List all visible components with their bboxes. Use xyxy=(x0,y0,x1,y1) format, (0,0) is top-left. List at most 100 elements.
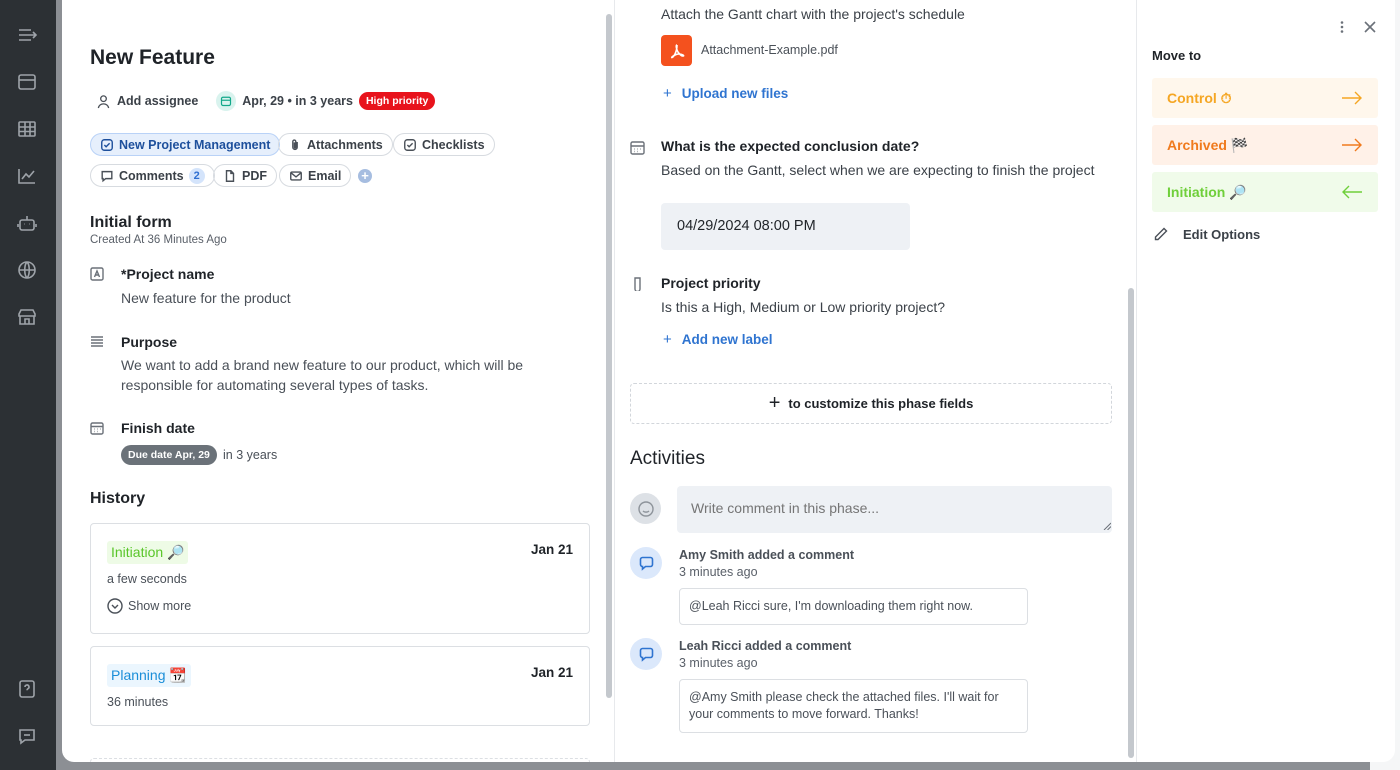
calendar-icon xyxy=(216,91,237,111)
chat-support-icon[interactable] xyxy=(16,725,38,747)
menu-expand-icon[interactable] xyxy=(16,24,38,46)
resize-handle-icon[interactable] xyxy=(1103,522,1111,530)
chip-checklists[interactable]: Checklists xyxy=(393,133,495,156)
portals-globe-icon[interactable] xyxy=(16,259,38,281)
comment-icon xyxy=(101,170,113,182)
app-sidebar xyxy=(0,0,56,770)
current-user-avatar xyxy=(630,493,661,524)
plus-icon: + xyxy=(663,331,672,348)
reports-icon[interactable] xyxy=(16,165,38,187)
comment-time: 3 minutes ago xyxy=(679,565,758,579)
card-modal: New Feature Add assignee Apr, 29 • in 3 … xyxy=(62,0,1395,762)
upload-files-button[interactable]: + Upload new files xyxy=(663,85,788,102)
chip-pdf[interactable]: PDF xyxy=(213,164,277,187)
chip-email-label: Email xyxy=(308,168,342,183)
edit-options-label: Edit Options xyxy=(1183,226,1261,242)
move-to-control-button[interactable]: Control ⏱ xyxy=(1152,78,1378,118)
phase-fields-column: Attach the Gantt chart with the project'… xyxy=(614,0,1136,762)
field-project-name-value[interactable]: New feature for the product xyxy=(121,288,291,308)
history-card[interactable]: Initiation 🔎 Jan 21 a few seconds Show m… xyxy=(90,523,590,634)
due-date-text[interactable]: Apr, 29 • in 3 years xyxy=(242,94,353,108)
chip-attachments-label: Attachments xyxy=(307,137,383,152)
help-icon[interactable] xyxy=(16,678,38,700)
add-label-text: Add new label xyxy=(681,332,773,347)
move-option-label: Archived 🏁 xyxy=(1167,136,1249,153)
card-meta-row: Add assignee Apr, 29 • in 3 years High p… xyxy=(96,91,436,111)
arrow-right-icon xyxy=(1342,91,1362,105)
chip-comments-label: Comments xyxy=(119,168,184,183)
move-to-archived-button[interactable]: Archived 🏁 xyxy=(1152,125,1378,165)
check-square-icon xyxy=(404,138,416,151)
left-scrollbar[interactable] xyxy=(606,14,612,698)
history-date: Jan 21 xyxy=(530,665,573,680)
calendar-field-icon xyxy=(630,140,645,155)
chip-attachments[interactable]: Attachments xyxy=(278,133,393,156)
comment-text: @Leah Ricci sure, I'm downloading them r… xyxy=(679,588,1028,625)
move-to-column: Move to Control ⏱ Archived 🏁 Initiation … xyxy=(1136,0,1395,762)
comments-count-badge: 2 xyxy=(188,167,205,184)
due-date-chip[interactable]: Due date Apr, 29 xyxy=(121,445,217,465)
history-date: Jan 21 xyxy=(530,542,573,557)
chip-email[interactable]: Email xyxy=(279,164,352,187)
smiley-icon xyxy=(637,500,654,517)
history-card[interactable]: Planning 📆 Jan 21 36 minutes xyxy=(90,646,590,726)
comment-text: @Amy Smith please check the attached fil… xyxy=(679,679,1028,733)
store-icon[interactable] xyxy=(16,306,38,328)
customize-phase-button[interactable]: + to customize this phase fields xyxy=(630,383,1112,424)
long-text-icon xyxy=(90,335,104,349)
chip-checklists-label: Checklists xyxy=(422,137,485,152)
attachment-filename[interactable]: Attachment-Example.pdf xyxy=(701,40,838,60)
activities-title: Activities xyxy=(630,448,705,469)
due-date-relative: in 3 years xyxy=(223,448,278,462)
add-assignee-button[interactable]: Add assignee xyxy=(117,94,198,108)
move-to-initiation-button[interactable]: Initiation 🔎 xyxy=(1152,172,1378,212)
form-title: Initial form xyxy=(90,214,172,231)
calendar-field-icon xyxy=(90,421,104,435)
priority-badge[interactable]: High priority xyxy=(358,92,436,110)
history-title: History xyxy=(90,490,146,507)
comment-avatar xyxy=(630,547,662,579)
move-option-label: Control ⏱ xyxy=(1167,89,1232,106)
checkbox-icon xyxy=(101,138,113,151)
card-title: New Feature xyxy=(90,46,215,69)
pipes-icon[interactable] xyxy=(16,71,38,93)
history-card xyxy=(90,758,590,762)
history-duration: 36 minutes xyxy=(107,695,169,709)
close-icon[interactable] xyxy=(1363,20,1377,34)
edit-options-button[interactable]: Edit Options xyxy=(1153,226,1260,242)
chip-pipe[interactable]: New Project Management xyxy=(90,133,281,156)
arrow-right-icon xyxy=(1342,138,1362,152)
comment-avatar xyxy=(630,638,662,670)
plus-icon: + xyxy=(768,392,781,414)
upload-files-label: Upload new files xyxy=(681,86,789,101)
middle-scrollbar[interactable] xyxy=(1128,288,1134,758)
comment-input[interactable] xyxy=(677,486,1112,533)
form-subtitle: Created At 36 Minutes Ago xyxy=(90,234,227,246)
arrow-left-icon xyxy=(1342,185,1362,199)
pdf-file-icon[interactable] xyxy=(661,35,692,66)
comment-bubble-icon xyxy=(639,556,653,571)
field-purpose-value[interactable]: We want to add a brand new feature to ou… xyxy=(121,355,591,395)
more-vertical-icon[interactable] xyxy=(1335,20,1349,34)
pencil-icon xyxy=(1154,227,1168,241)
field-project-name-label: *Project name xyxy=(121,266,215,282)
add-chip-plus-icon[interactable]: + xyxy=(358,169,372,183)
history-duration: a few seconds xyxy=(107,572,187,586)
conclusion-date-input[interactable]: 04/29/2024 08:00 PM xyxy=(661,203,910,250)
show-more-button[interactable]: Show more xyxy=(107,598,191,614)
chip-comments[interactable]: Comments 2 xyxy=(90,164,215,187)
add-label-button[interactable]: + Add new label xyxy=(663,331,773,348)
comment-author: Leah Ricci added a comment xyxy=(679,639,852,653)
card-details-column: New Feature Add assignee Apr, 29 • in 3 … xyxy=(62,0,614,762)
comment-time: 3 minutes ago xyxy=(679,656,758,670)
show-more-label: Show more xyxy=(128,599,192,613)
comment-bubble-icon xyxy=(639,647,653,662)
paperclip-icon xyxy=(292,138,298,150)
modal-actions xyxy=(1335,20,1377,34)
comment-author: Amy Smith added a comment xyxy=(679,548,855,562)
databases-icon[interactable] xyxy=(16,118,38,140)
history-phase-tag: Planning 📆 xyxy=(107,664,191,687)
automation-robot-icon[interactable] xyxy=(16,212,38,234)
field-conclusion-date-desc: Based on the Gantt, select when we are e… xyxy=(661,162,1095,178)
field-priority-desc: Is this a High, Medium or Low priority p… xyxy=(661,299,945,315)
